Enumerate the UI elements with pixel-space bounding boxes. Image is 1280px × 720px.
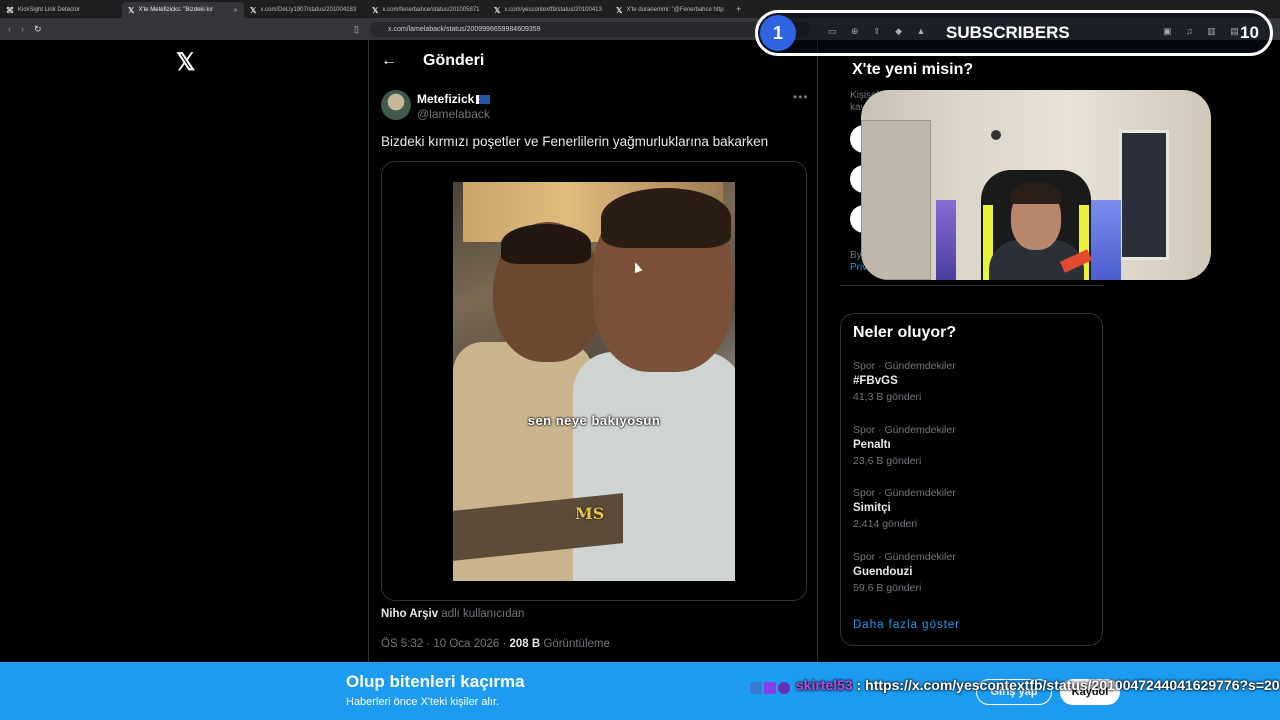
video-figure bbox=[601, 188, 731, 248]
flag-icon bbox=[476, 95, 491, 105]
subscribers-badge: 1 bbox=[760, 15, 796, 51]
tab-current[interactable]: 𝕏 X'te Metefizicks: "Bizdeki kır ✕ bbox=[122, 2, 244, 18]
author-name[interactable]: Metefizick bbox=[417, 92, 491, 106]
trend-count: 2.414 gönderi bbox=[853, 518, 918, 530]
trend-item[interactable]: Spor · Gündemdekiler #FBvGS 41,3 B gönde… bbox=[853, 360, 956, 403]
tweet-meta: ÖS 5:32 · 10 Oca 2026 · 208 B Görüntülem… bbox=[381, 638, 610, 650]
close-icon[interactable]: ✕ bbox=[233, 7, 238, 14]
badge-icon bbox=[778, 681, 790, 694]
url-text: x.com/lamelaback/status/2009996659984609… bbox=[388, 26, 541, 33]
tab-label: x.com/DeLly1907/status/201004183 bbox=[260, 7, 357, 13]
tab-label: x.com/fenerbahce/status/201005871 bbox=[382, 7, 480, 13]
video-subtitle: sen neye bakıyosun bbox=[527, 413, 661, 428]
trend-category: Spor · Gündemdekiler bbox=[853, 487, 956, 499]
forward-icon[interactable]: › bbox=[21, 24, 24, 34]
tweet-media[interactable]: sen neye bakıyosun MS bbox=[381, 161, 807, 601]
trends-panel: Neler oluyor? Spor · Gündemdekiler #FBvG… bbox=[840, 313, 1103, 646]
kicksight-icon: ⌘ bbox=[6, 5, 14, 15]
tab-duranemmi[interactable]: 𝕏 X'te duranemmi: "@Fenerbahce http bbox=[610, 2, 732, 18]
webcam-overlay bbox=[861, 90, 1211, 280]
x-icon: 𝕏 bbox=[128, 5, 135, 15]
chat-text: https://x.com/yescontextfb/status/201004… bbox=[865, 677, 1280, 693]
tab-label: KickSight Link Detector bbox=[18, 7, 81, 13]
browser-extension-icons: ▭ ⊕ ⇪ ◆ ▲ bbox=[828, 26, 932, 36]
source-name[interactable]: Niho Arşiv bbox=[381, 608, 438, 620]
tab-label: X'te duranemmi: "@Fenerbahce http bbox=[626, 7, 724, 13]
reload-icon[interactable]: ↻ bbox=[34, 24, 42, 35]
video-figure bbox=[573, 352, 735, 581]
x-icon: 𝕏 bbox=[372, 5, 379, 15]
trend-item[interactable]: Spor · Gündemdekiler Guendouzi 59,6 B gö… bbox=[853, 551, 956, 594]
banner-subtitle: Haberleri önce X'teki kişiler alır. bbox=[346, 696, 500, 708]
trend-item[interactable]: Spor · Gündemdekiler Penaltı 23,6 B gönd… bbox=[853, 424, 956, 467]
chat-badges bbox=[750, 675, 792, 697]
page-header: ← Gönderi bbox=[381, 52, 484, 70]
media-source: Niho Arşiv adlı kullanıcıdan bbox=[381, 608, 524, 620]
trend-name: Penaltı bbox=[853, 439, 891, 451]
webcam-light bbox=[936, 200, 956, 280]
tab-delly[interactable]: 𝕏 x.com/DeLly1907/status/201004183 bbox=[244, 2, 366, 18]
back-icon[interactable]: ‹ bbox=[8, 24, 11, 34]
webcam-light bbox=[1091, 200, 1121, 280]
tab-yescontext[interactable]: 𝕏 x.com/yescontextfb/status/20100413 bbox=[488, 2, 610, 18]
banner-title: Olup bitenleri kaçırma bbox=[346, 672, 525, 691]
back-arrow-icon[interactable]: ← bbox=[381, 52, 397, 70]
new-tab-button[interactable]: + bbox=[736, 4, 741, 14]
badge-icon bbox=[750, 681, 762, 694]
x-icon: 𝕏 bbox=[616, 5, 623, 15]
trend-name: #FBvGS bbox=[853, 375, 898, 387]
trend-category: Spor · Gündemdekiler bbox=[853, 424, 956, 436]
webcam-door bbox=[861, 120, 931, 280]
terms-text: By bbox=[850, 250, 862, 261]
trend-name: Guendouzi bbox=[853, 566, 913, 578]
chat-message: skirtel53 : https://x.com/yescontextfb/s… bbox=[750, 674, 1280, 697]
x-icon: 𝕏 bbox=[250, 5, 257, 15]
author-handle[interactable]: @lamelaback bbox=[417, 107, 490, 121]
trend-count: 41,3 B gönderi bbox=[853, 391, 922, 403]
avatar[interactable] bbox=[381, 90, 411, 120]
chat-username: skirtel53 bbox=[795, 677, 853, 693]
video-player[interactable]: sen neye bakıyosun MS bbox=[453, 182, 735, 581]
address-bar[interactable]: x.com/lamelaback/status/2009996659984609… bbox=[370, 22, 810, 37]
video-watermark: MS bbox=[575, 504, 605, 523]
video-figure bbox=[501, 224, 591, 264]
tweet-time[interactable]: ÖS 5:32 · 10 Oca 2026 · bbox=[381, 638, 506, 650]
subscribers-overlay: 1 ▭ ⊕ ⇪ ◆ ▲ SUBSCRIBERS ▣ ♫ ▥ ▤ 10 bbox=[755, 10, 1273, 56]
view-label: Görüntüleme bbox=[543, 638, 610, 650]
x-logo-icon[interactable]: 𝕏 bbox=[176, 48, 195, 77]
tab-label: x.com/yescontextfb/status/20100413 bbox=[504, 7, 602, 13]
subscribers-count: 10 bbox=[1240, 23, 1259, 42]
trend-count: 23,6 B gönderi bbox=[853, 455, 922, 467]
bookmark-icon[interactable]: ▯ bbox=[354, 24, 359, 35]
chat-separator: : bbox=[852, 677, 866, 693]
webcam-streamer bbox=[1011, 182, 1061, 204]
badge-icon bbox=[764, 681, 776, 694]
trends-title: Neler oluyor? bbox=[853, 324, 957, 341]
page-title: Gönderi bbox=[423, 52, 485, 69]
view-count: 208 B bbox=[509, 638, 541, 650]
source-suffix: adlı kullanıcıdan bbox=[441, 608, 525, 620]
subscribers-label: SUBSCRIBERS bbox=[946, 23, 1070, 42]
tab-fenerbahce[interactable]: 𝕏 x.com/fenerbahce/status/201005871 bbox=[366, 2, 488, 18]
trend-category: Spor · Gündemdekiler bbox=[853, 551, 956, 563]
main-column: ← Gönderi Metefizick @lamelaback ••• Biz… bbox=[368, 40, 818, 662]
show-more-link[interactable]: Daha fazla göster bbox=[853, 619, 960, 631]
webcam-lamp bbox=[991, 130, 1001, 140]
tab-label: X'te Metefizicks: "Bizdeki kır bbox=[138, 7, 214, 13]
browser-extension-icons: ▣ ♫ ▥ ▤ bbox=[1163, 26, 1245, 36]
new-to-x-title: X'te yeni misin? bbox=[852, 61, 974, 78]
trend-count: 59,6 B gönderi bbox=[853, 582, 922, 594]
trend-category: Spor · Gündemdekiler bbox=[853, 360, 956, 372]
tab-kicksight[interactable]: ⌘ KickSight Link Detector bbox=[0, 2, 122, 18]
tweet-text: Bizdeki kırmızı poşetler ve Fenerlilerin… bbox=[381, 134, 769, 149]
trend-name: Simitçi bbox=[853, 502, 891, 514]
x-icon: 𝕏 bbox=[494, 5, 501, 15]
more-options-icon[interactable]: ••• bbox=[793, 90, 809, 104]
webcam-window bbox=[1119, 130, 1169, 260]
trend-item[interactable]: Spor · Gündemdekiler Simitçi 2.414 gönde… bbox=[853, 487, 956, 530]
author-name-text: Metefizick bbox=[417, 92, 475, 106]
